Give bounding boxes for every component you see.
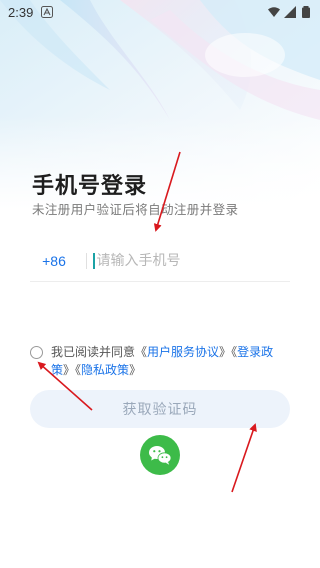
quote-open: 《 (135, 345, 148, 359)
quote-close: 》 (129, 363, 142, 377)
signal-icon (284, 6, 296, 18)
input-divider (86, 253, 87, 269)
status-system-icons (268, 6, 312, 18)
agreement-prefix: 我已阅读并同意 (51, 345, 136, 359)
agreement-radio[interactable] (30, 346, 43, 359)
wifi-icon (268, 7, 280, 17)
text-caret (93, 253, 95, 269)
phone-input-row: +86 (30, 241, 290, 282)
a-notification-icon (41, 6, 54, 18)
page-title: 手机号登录 (32, 174, 148, 199)
agreement-row: 我已阅读并同意《用户服务协议》《登录政策》《隐私政策》 (30, 343, 292, 379)
wechat-icon (149, 446, 172, 465)
quote-close: 》 (219, 345, 232, 359)
page-subtitle: 未注册用户验证后将自动注册并登录 (32, 202, 239, 217)
country-code-selector[interactable]: +86 (30, 253, 78, 269)
login-screen: 2:39 手机号登录 未注册用户验证后将自动注册并登录 +86 请输入手机号 我… (0, 0, 320, 568)
privacy-policy-link[interactable]: 隐私政策 (81, 363, 129, 377)
status-notification-icons (41, 6, 54, 18)
status-bar: 2:39 (0, 0, 320, 24)
phone-number-input[interactable] (96, 249, 290, 273)
user-service-agreement-link[interactable]: 用户服务协议 (147, 345, 219, 359)
wechat-login-button[interactable] (140, 435, 180, 475)
get-verification-code-button[interactable]: 获取验证码 (30, 390, 290, 428)
status-time: 2:39 (8, 4, 34, 20)
quote-close: 》 (63, 363, 76, 377)
battery-icon (302, 6, 310, 18)
agreement-text: 我已阅读并同意《用户服务协议》《登录政策》《隐私政策》 (51, 343, 292, 379)
